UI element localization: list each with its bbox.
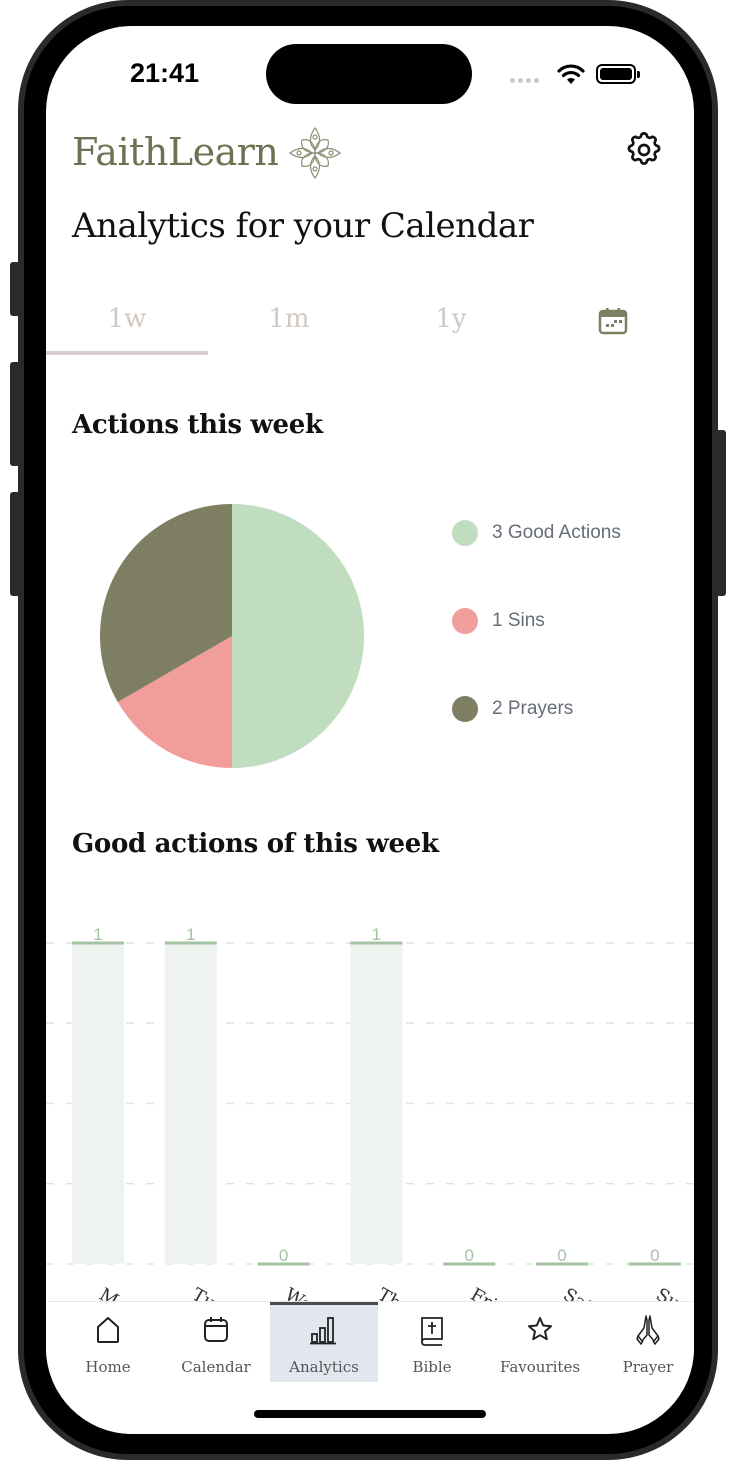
nav-label: Calendar xyxy=(181,1358,251,1376)
home-indicator[interactable] xyxy=(254,1410,486,1418)
pie-slice-good-actions[interactable] xyxy=(232,504,364,768)
bar-thursday[interactable] xyxy=(350,943,403,1264)
volume-up-button xyxy=(10,362,20,466)
ornament-icon xyxy=(288,126,342,180)
nav-item-prayer[interactable]: Prayer xyxy=(594,1302,694,1382)
bible-icon xyxy=(421,1317,443,1346)
nav-item-bible[interactable]: Bible xyxy=(378,1302,486,1382)
tab-1y[interactable]: 1y xyxy=(370,304,532,334)
app-screen: 21:41 FaithLearn Analytics for your Cale… xyxy=(46,26,694,1434)
bar-value-label: 0 xyxy=(650,1246,659,1265)
time-range-tabs: 1w 1m 1y xyxy=(46,296,694,356)
nav-item-home[interactable]: Home xyxy=(54,1302,162,1382)
legend-label: 3 Good Actions xyxy=(492,522,621,543)
bar-chart-icon xyxy=(310,1317,336,1345)
gear-icon[interactable] xyxy=(624,130,664,170)
nav-item-favourites[interactable]: Favourites xyxy=(486,1302,594,1382)
legend-label: 1 Sins xyxy=(492,610,545,631)
nav-item-analytics[interactable]: Analytics xyxy=(270,1302,378,1382)
nav-item-calendar[interactable]: Calendar xyxy=(162,1302,270,1382)
wifi-icon xyxy=(557,64,585,84)
pie-chart xyxy=(100,504,364,768)
star-icon xyxy=(528,1317,552,1341)
legend-item: 2 Prayers xyxy=(452,696,694,722)
bar-monday[interactable] xyxy=(72,943,124,1264)
calendar-icon xyxy=(204,1317,228,1342)
bar-value-label: 1 xyxy=(186,925,195,944)
nav-label: Favourites xyxy=(499,1358,581,1376)
page-title: Analytics for your Calendar xyxy=(72,206,534,246)
bar-chart: 1Monda1Tuesda0Wedne1Thursd0Friday0Saturd… xyxy=(46,925,694,1306)
bar-value-label: 0 xyxy=(279,1246,288,1265)
legend-swatch xyxy=(452,696,478,722)
bottom-navigation: Home Calendar Analytics Bible Favourites Pray… xyxy=(46,1301,694,1391)
dynamic-island xyxy=(266,44,472,104)
nav-label: Home xyxy=(85,1358,131,1376)
tab-1w[interactable]: 1w xyxy=(46,304,208,334)
legend-swatch xyxy=(452,520,478,546)
pie-section-title: Actions this week xyxy=(72,410,323,440)
nav-label: Bible xyxy=(412,1358,452,1376)
calendar-icon[interactable] xyxy=(598,306,628,336)
bar-section-title: Good actions of this week xyxy=(72,829,439,859)
nav-label: Prayer xyxy=(622,1358,674,1376)
praying-hands-icon xyxy=(636,1315,660,1346)
legend-label: 2 Prayers xyxy=(492,698,574,719)
bar-value-label: 1 xyxy=(372,925,381,944)
bar-tuesday[interactable] xyxy=(164,943,217,1264)
nav-label: Analytics xyxy=(289,1358,359,1376)
status-time: 21:41 xyxy=(130,58,200,88)
tab-1m[interactable]: 1m xyxy=(208,304,370,334)
cellular-signal-icon xyxy=(510,78,539,83)
legend-item: 3 Good Actions xyxy=(452,520,694,546)
tab-selected-indicator xyxy=(46,351,208,355)
power-button xyxy=(716,430,726,596)
battery-icon xyxy=(596,64,640,84)
volume-down-button xyxy=(10,492,20,596)
app-name: FaithLearn xyxy=(72,130,279,174)
legend-item: 1 Sins xyxy=(452,608,694,634)
bar-value-label: 1 xyxy=(93,925,102,944)
home-icon xyxy=(97,1317,119,1343)
bar-value-label: 0 xyxy=(464,1246,473,1265)
bar-value-label: 0 xyxy=(557,1246,566,1265)
action-button xyxy=(10,262,20,316)
legend-swatch xyxy=(452,608,478,634)
